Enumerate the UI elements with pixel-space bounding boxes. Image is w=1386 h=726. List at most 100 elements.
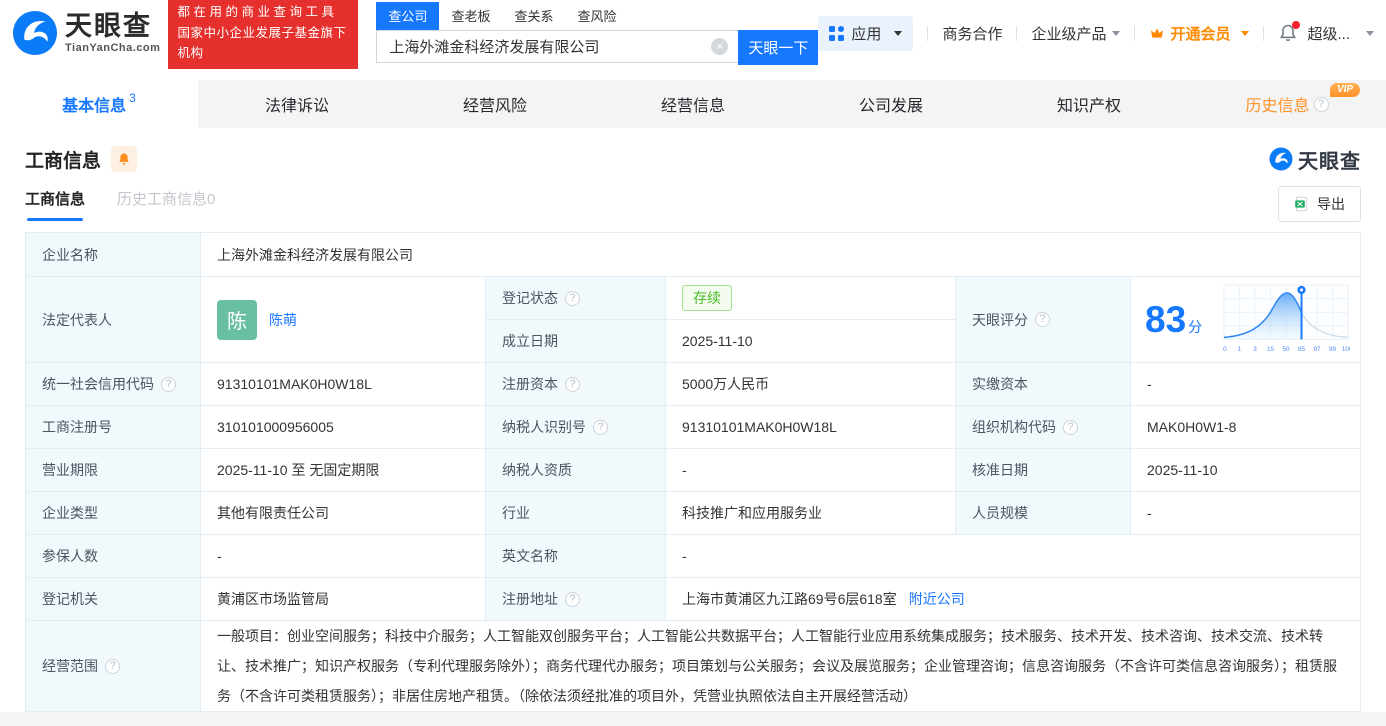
help-icon[interactable]: ? [105,658,120,674]
main-content: 工商信息 天眼查 工商信息 历史工商信息0 导出 企业名称 上海外滩金科经济发展… [0,128,1386,712]
divider [927,25,929,41]
search-row: × 天眼一下 [376,29,819,65]
help-icon[interactable]: ? [1313,96,1329,112]
svg-text:1: 1 [1238,346,1242,353]
field-value-taxpayer-qualification: - [666,449,956,492]
tab-operation-info[interactable]: 经营信息 [594,80,792,128]
company-tabbar: 基本信息 3 法律诉讼 经营风险 经营信息 公司发展 知识产权 VIP 历史信息… [0,80,1386,128]
field-value-business-term: 2025-11-10 至 无固定期限 [201,449,486,492]
field-label-registered-capital: 注册资本 ? [486,363,666,406]
field-value-approval-date: 2025-11-10 [1131,449,1360,492]
field-value-insured-count: - [201,535,486,578]
tab-legal-litigation[interactable]: 法律诉讼 [198,80,396,128]
top-nav: 应用 商务合作 企业级产品 开通会员 超级... [818,15,1374,51]
help-icon[interactable]: ? [1035,312,1050,327]
field-value-english-name: - [666,535,1360,578]
search-tab-company[interactable]: 查公司 [376,1,440,30]
caret-down-icon [1241,30,1250,36]
field-label-registered-address: 注册地址 ? [486,578,666,621]
field-label-company-name: 企业名称 [26,233,201,277]
field-label-approval-date: 核准日期 [956,449,1131,492]
search-input[interactable] [376,29,739,63]
notifications-bell[interactable] [1278,21,1301,43]
cooperation-label: 商务合作 [942,25,1003,43]
field-label-business-term: 营业期限 [26,449,201,492]
tab-operation-risk[interactable]: 经营风险 [396,80,594,128]
help-icon[interactable]: ? [565,591,580,607]
field-value-establish-date: 2025-11-10 [666,320,956,363]
tab-label: 经营信息 [660,98,725,115]
caret-down-icon [894,30,903,36]
clear-search-icon[interactable]: × [711,37,729,55]
search-block: 查公司 查老板 查关系 查风险 × 天眼一下 [376,1,819,65]
search-tabs: 查公司 查老板 查关系 查风险 [376,1,818,30]
subscribe-bell-badge[interactable] [111,146,138,172]
field-label-establish-date: 成立日期 [486,320,666,363]
field-label-legal-representative: 法定代表人 [26,277,201,363]
score-unit: 分 [1188,318,1203,335]
svg-text:50: 50 [1282,346,1290,353]
help-icon[interactable]: ? [161,376,176,392]
section-title: 工商信息 [25,150,102,172]
score-value[interactable]: 83 [1145,301,1186,338]
bottom-strip [0,712,1386,726]
nav-enterprise-products[interactable]: 企业级产品 [1031,23,1121,44]
field-label-paid-capital: 实缴资本 [956,363,1131,406]
field-value-registered-capital: 5000万人民币 [666,363,956,406]
divider [1134,25,1136,41]
field-label-taxpayer-qualification: 纳税人资质 [486,449,666,492]
legal-rep-avatar[interactable]: 陈 [217,299,257,340]
field-label-org-code: 组织机构代码 ? [956,406,1131,449]
nav-business-cooperation[interactable]: 商务合作 [942,23,1002,44]
field-value-uscc: 91310101MAK0H0W18L [201,363,486,406]
tianyancha-logo[interactable]: 天眼查 TianYanCha.com [12,10,160,56]
banner-line2: 国家中小企业发展子基金旗下机构 [177,25,347,61]
tab-intellectual-property[interactable]: 知识产权 [990,80,1188,128]
field-label-uscc: 统一社会信用代码 ? [26,363,201,406]
field-label-insured-count: 参保人数 [26,535,201,578]
help-icon[interactable]: ? [565,290,580,306]
export-button[interactable]: 导出 [1278,186,1361,222]
nearby-companies-link[interactable]: 附近公司 [909,589,965,609]
legal-rep-link[interactable]: 陈萌 [269,310,297,330]
subtab-history-business-info[interactable]: 历史工商信息0 [117,188,215,221]
help-icon[interactable]: ? [1063,419,1078,435]
help-icon[interactable]: ? [593,419,608,435]
nav-super-vip[interactable]: 超级... [1307,23,1374,44]
logo-name: 天眼查 [65,10,152,41]
score-distribution-chart[interactable]: 0 1 3 15 50 85 97 99 100 [1222,282,1350,358]
search-tab-relation[interactable]: 查关系 [502,2,565,30]
banner-line1: 都在用的商业查询工具 [177,5,338,20]
tab-history-info[interactable]: VIP 历史信息 ? [1188,80,1386,128]
subtab-business-info[interactable]: 工商信息 [25,188,85,221]
tab-basic-info[interactable]: 基本信息 3 [0,80,198,128]
divider [1263,25,1265,41]
svg-text:15: 15 [1267,346,1275,353]
caret-down-icon [1366,30,1374,36]
field-label-taxpayer-id: 纳税人识别号 ? [486,406,666,449]
field-label-tianyan-score: 天眼评分 ? [956,277,1131,363]
field-value-registration-authority: 黄浦区市场监管局 [201,578,486,621]
excel-icon [1295,196,1308,212]
field-label-registration-status: 登记状态 ? [486,277,666,320]
field-value-staff-size: - [1131,492,1360,535]
export-label: 导出 [1317,196,1345,212]
caret-down-icon [1112,30,1121,36]
nav-open-vip[interactable]: 开通会员 [1149,23,1250,44]
logo-swirl-icon [1269,147,1293,171]
section-header: 工商信息 天眼查 [25,142,1361,176]
search-button[interactable]: 天眼一下 [738,29,819,65]
help-icon[interactable]: ? [565,376,580,392]
apps-menu[interactable]: 应用 [818,15,914,51]
logo-text: 天眼查 TianYanCha.com [65,10,160,54]
svg-text:85: 85 [1298,346,1306,353]
field-value-registered-address: 上海市黄浦区九江路69号6层618室 附近公司 [666,578,1360,621]
page: 天眼查 TianYanCha.com 都在用的商业查询工具 国家中小企业发展子基… [0,0,1386,726]
field-value-org-code: MAK0H0W1-8 [1131,406,1360,449]
tab-company-development[interactable]: 公司发展 [792,80,990,128]
crown-icon [1151,28,1164,38]
search-tab-boss[interactable]: 查老板 [439,2,502,30]
field-label-business-scope: 经营范围 ? [26,621,201,711]
promo-banner: 都在用的商业查询工具 国家中小企业发展子基金旗下机构 [168,0,359,69]
search-tab-risk[interactable]: 查风险 [565,2,628,30]
